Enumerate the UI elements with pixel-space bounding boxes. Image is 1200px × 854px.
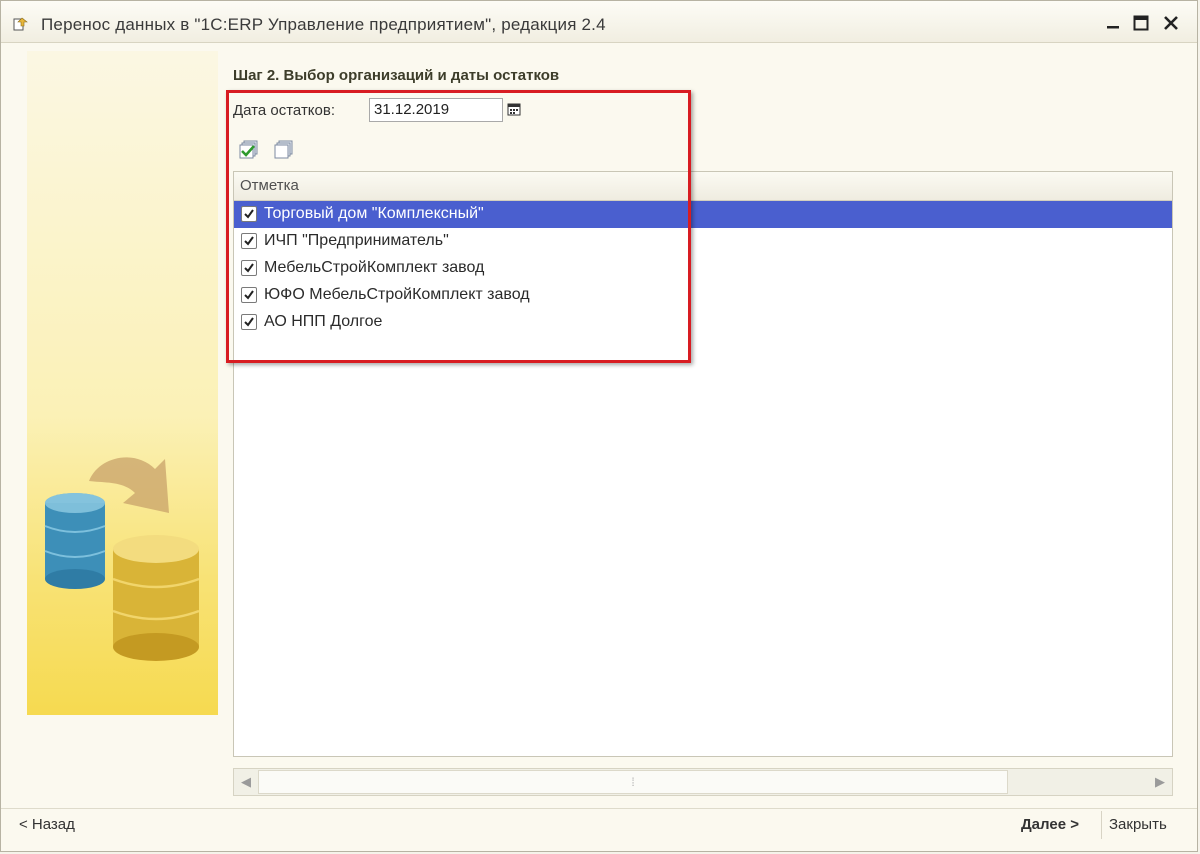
calendar-icon — [507, 103, 521, 116]
minimize-icon — [1107, 26, 1119, 29]
row-checkbox[interactable] — [241, 314, 257, 330]
row-checkbox[interactable] — [241, 206, 257, 222]
close-icon — [1164, 16, 1178, 30]
maximize-button[interactable] — [1129, 12, 1153, 34]
organization-name: ИЧП "Предприниматель" — [264, 232, 449, 249]
scroll-left-icon[interactable]: ◀ — [234, 769, 258, 795]
table-row[interactable]: ЮФО МебельСтройКомплект завод — [234, 282, 1172, 309]
organization-name: Торговый дом "Комплексный" — [264, 205, 484, 222]
checkmark-icon — [244, 263, 254, 273]
wizard-side-banner — [27, 51, 218, 715]
checkmark-icon — [244, 236, 254, 246]
close-window-button[interactable] — [1159, 12, 1183, 34]
uncheck-all-button[interactable] — [271, 137, 295, 163]
date-label: Дата остатков: — [233, 102, 336, 119]
table-row[interactable]: МебельСтройКомплект завод — [234, 255, 1172, 282]
wizard-window: Перенос данных в "1С:ERP Управление пред… — [0, 0, 1198, 852]
organization-name: АО НПП Долгое — [264, 313, 383, 330]
row-checkbox[interactable] — [241, 233, 257, 249]
calendar-button[interactable] — [504, 98, 524, 120]
scroll-thumb[interactable]: ⁞ — [258, 770, 1008, 794]
next-button[interactable]: Далее > — [1021, 816, 1079, 833]
step-title: Шаг 2. Выбор организаций и даты остатков — [233, 67, 560, 84]
table-row[interactable]: Торговый дом "Комплексный" — [234, 201, 1172, 228]
horizontal-scrollbar[interactable]: ◀ ⁞ ▶ — [233, 768, 1173, 796]
table-row[interactable]: АО НПП Долгое — [234, 309, 1172, 336]
scroll-right-icon[interactable]: ▶ — [1148, 769, 1172, 795]
checkmark-icon — [244, 317, 254, 327]
checkmark-icon — [244, 209, 254, 219]
table-row[interactable]: ИЧП "Предприниматель" — [234, 228, 1172, 255]
maximize-icon — [1133, 15, 1149, 31]
organization-name: ЮФО МебельСтройКомплект завод — [264, 286, 530, 303]
organizations-table: Отметка Торговый дом "Комплексный" ИЧП "П… — [233, 171, 1173, 757]
title-bar: Перенос данных в "1С:ERP Управление пред… — [1, 1, 1197, 43]
minimize-button[interactable] — [1101, 12, 1125, 34]
back-button[interactable]: < Назад — [19, 816, 75, 833]
balance-date-input[interactable]: 31.12.2019 — [369, 98, 503, 122]
close-button[interactable]: Закрыть — [1109, 816, 1167, 833]
check-all-button[interactable] — [237, 137, 261, 163]
organization-name: МебельСтройКомплект завод — [264, 259, 485, 276]
checkmark-icon — [244, 290, 254, 300]
footer-separator — [1101, 811, 1102, 839]
check-all-icon — [239, 140, 258, 159]
window-title: Перенос данных в "1С:ERP Управление пред… — [41, 15, 606, 34]
footer-bar — [1, 808, 1197, 851]
row-checkbox[interactable] — [241, 287, 257, 303]
uncheck-all-icon — [274, 140, 293, 159]
app-icon — [13, 16, 29, 32]
row-checkbox[interactable] — [241, 260, 257, 276]
column-header-mark[interactable]: Отметка — [234, 172, 1172, 201]
database-transfer-icon — [44, 457, 200, 661]
